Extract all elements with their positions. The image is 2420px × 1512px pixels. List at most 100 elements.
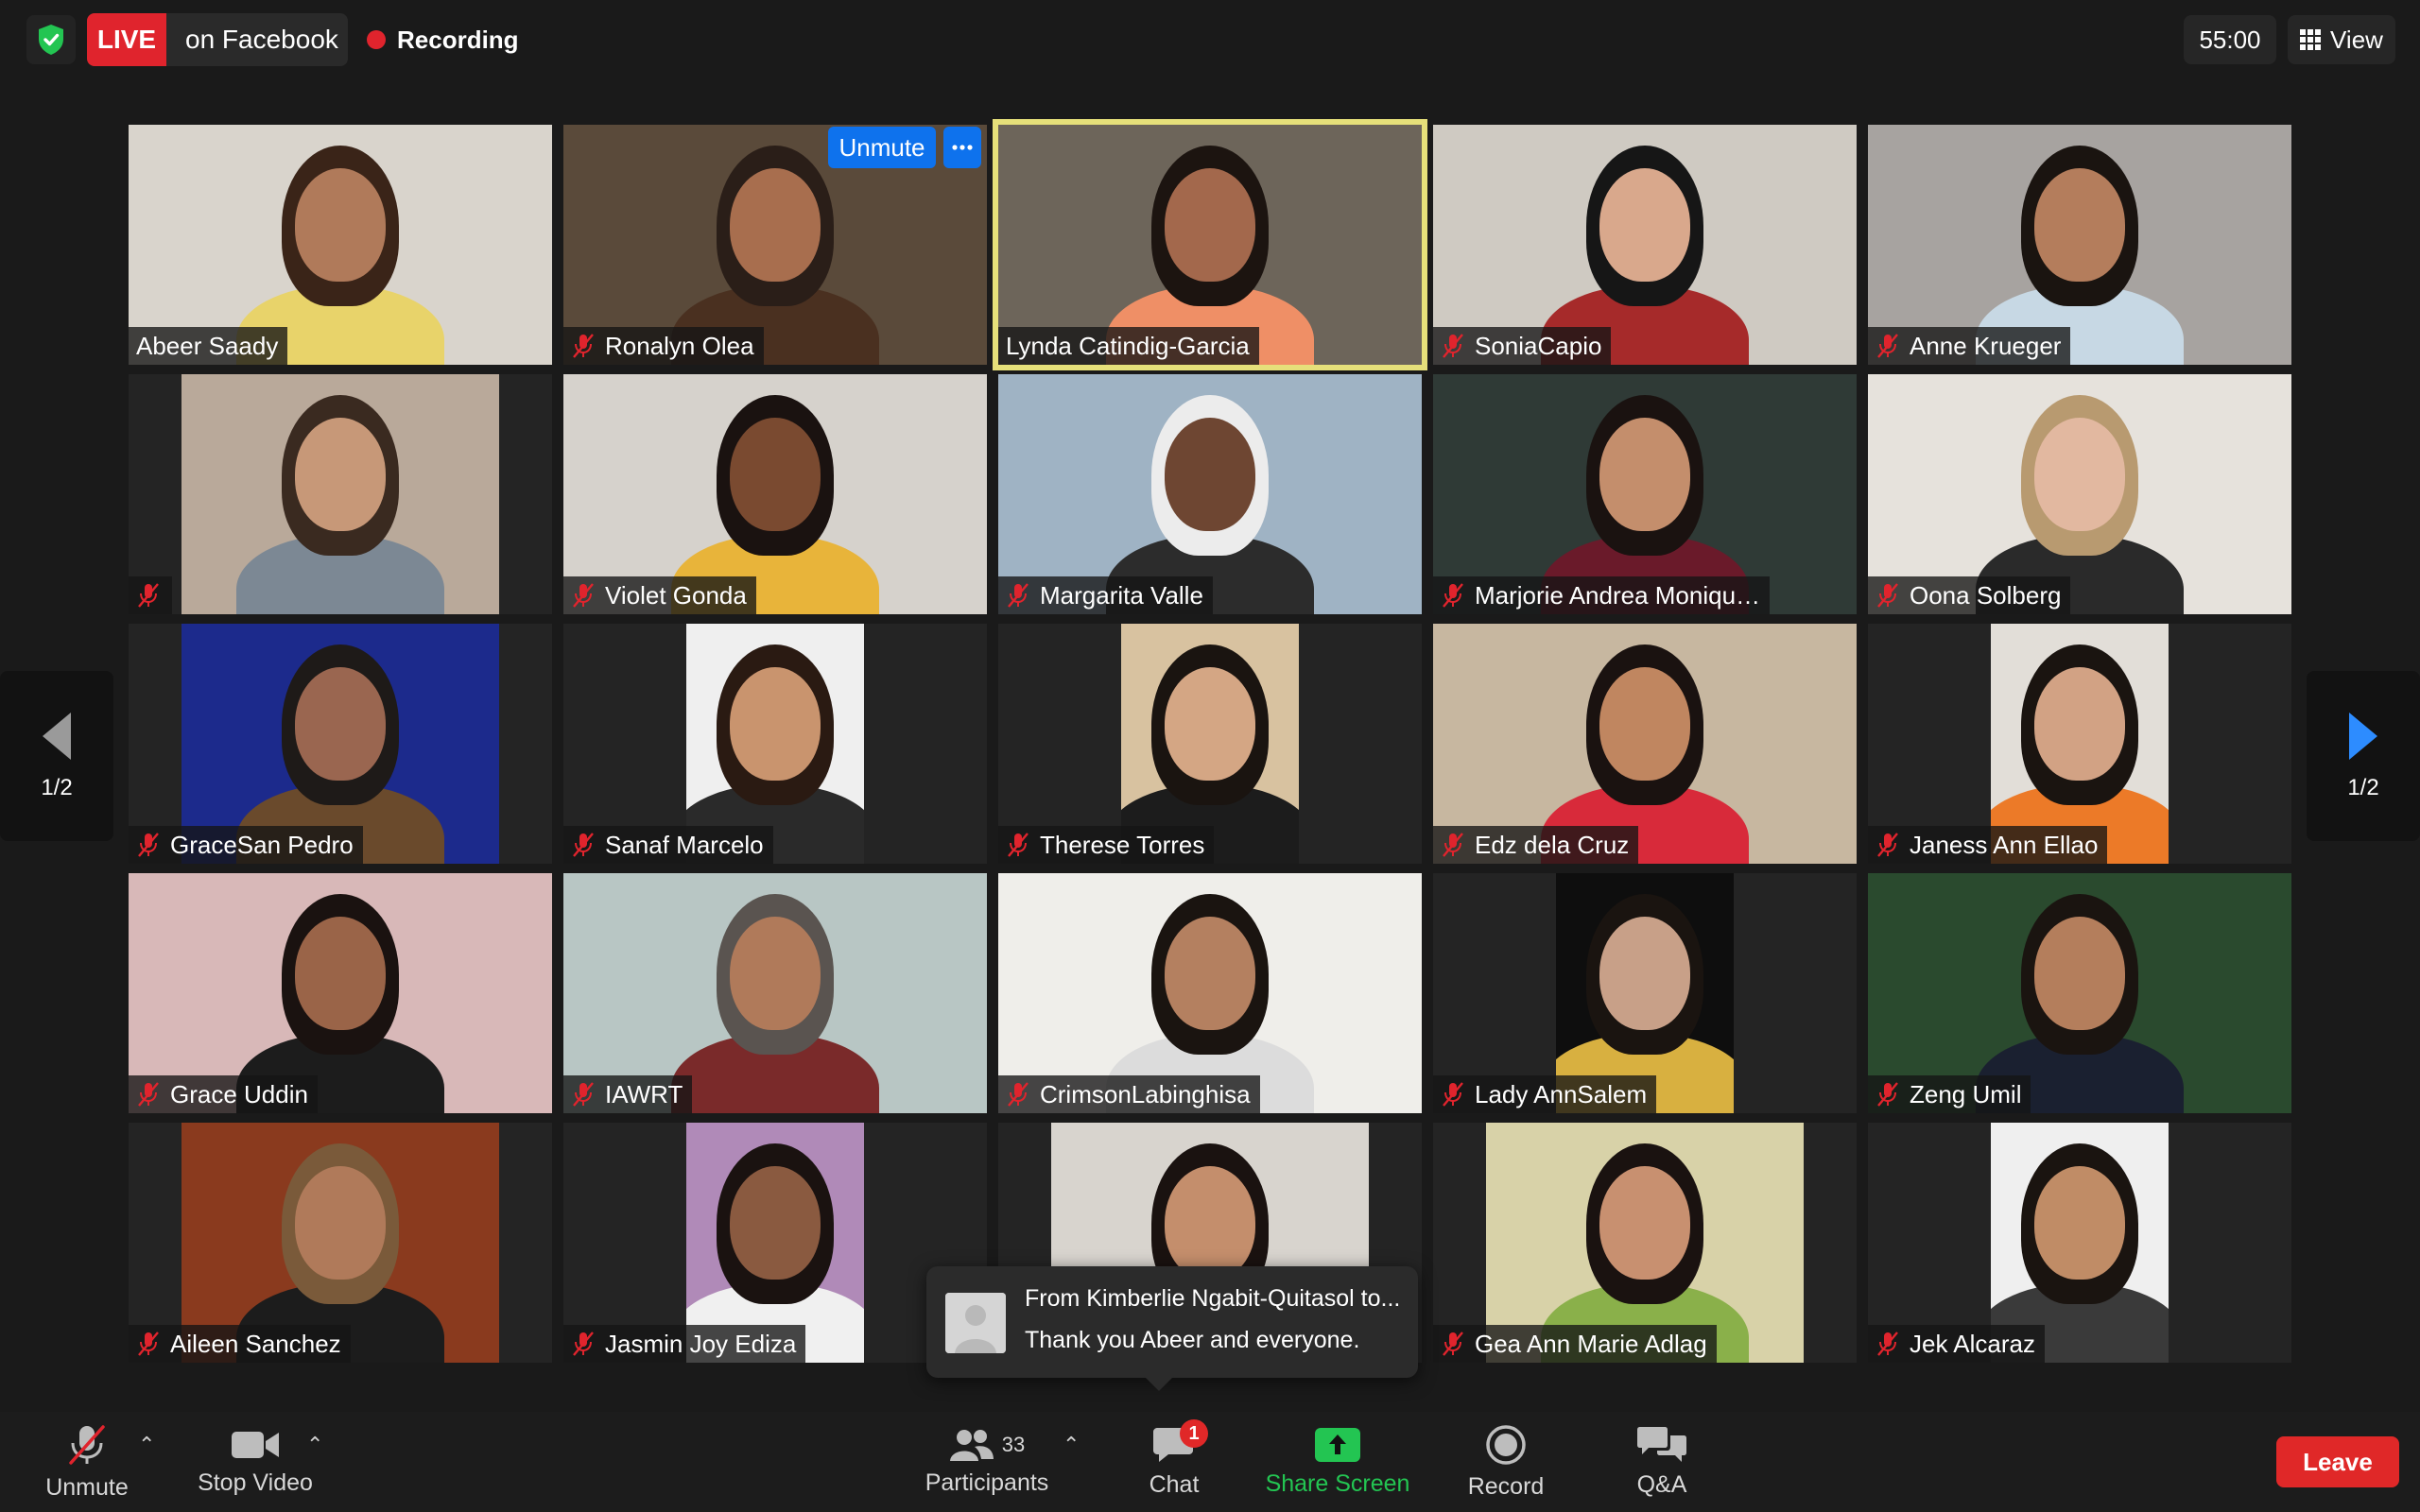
qa-button[interactable]: Q&A [1622,1412,1702,1512]
participant-name: Sanaf Marcelo [605,830,764,859]
arrow-right-icon [2349,713,2377,760]
participants-button[interactable]: 33 Participants [917,1412,1057,1512]
arrow-left-icon [43,713,71,760]
participant-tile[interactable]: Therese Torres [998,624,1422,864]
participant-tile[interactable]: Lady AnnSalem [1433,873,1857,1113]
participant-name-label: Grace Uddin [129,1075,318,1113]
record-button[interactable]: Record [1456,1412,1556,1512]
participant-tile[interactable]: Oona Solberg [1868,374,2291,614]
muted-mic-icon [1877,833,1898,857]
participant-name-label [129,576,172,614]
participant-name: Janess Ann Ellao [1910,830,2099,859]
muted-mic-icon [1877,334,1898,358]
participants-count: 33 [1001,1432,1026,1456]
encryption-shield-icon[interactable] [26,15,76,64]
share-screen-button[interactable]: Share Screen [1257,1412,1418,1512]
recording-indicator[interactable]: Recording [367,21,519,59]
chat-notification[interactable]: From Kimberlie Ngabit-Quitasol to... Tha… [926,1266,1418,1391]
muted-microphone-icon [69,1424,105,1465]
participant-name-label: Jek Alcaraz [1868,1325,2045,1363]
stop-video-button[interactable]: Stop Video [189,1412,321,1512]
participant-tile[interactable]: IAWRT [563,873,987,1113]
participant-tile[interactable]: Abeer Saady [129,125,552,365]
participant-face [1599,667,1690,781]
participant-tile[interactable]: Margarita Valle [998,374,1422,614]
participants-icon-row: 33 [949,1428,1025,1462]
participant-tile[interactable]: Jek Alcaraz [1868,1123,2291,1363]
grid-view-icon [2300,29,2322,50]
previous-page-button[interactable]: 1/2 [0,671,113,841]
muted-mic-icon [573,334,594,358]
participant-tile[interactable]: GraceSan Pedro [129,624,552,864]
more-dots-icon [952,145,973,150]
participant-tile[interactable]: Jasmin Joy Ediza [563,1123,987,1363]
muted-mic-icon [1877,1332,1898,1356]
participant-name: Violet Gonda [605,580,747,610]
participant-name-label: Lady AnnSalem [1433,1075,1657,1113]
participant-tile[interactable]: Grace Uddin [129,873,552,1113]
participant-tile[interactable]: Janess Ann Ellao [1868,624,2291,864]
participant-name: SoniaCapio [1475,331,1602,360]
participant-tile[interactable] [129,374,552,614]
ask-to-unmute-button[interactable]: Unmute [828,127,936,168]
participants-options-caret-icon[interactable]: ⌃ [1063,1433,1080,1457]
participant-face [730,917,821,1030]
participant-tile[interactable]: SoniaCapio [1433,125,1857,365]
meeting-top-bar: LIVE on Facebook Recording 55:00 View [0,0,2420,79]
participant-name-label: Lynda Catindig-Garcia [998,327,1259,365]
unmute-button[interactable]: Unmute [38,1412,136,1512]
participant-face [730,1166,821,1280]
audio-options-caret-icon[interactable]: ⌃ [138,1433,155,1457]
participant-name: Abeer Saady [136,331,279,360]
chat-sender-line: From Kimberlie Ngabit-Quitasol to... [1025,1285,1401,1312]
tile-more-options-button[interactable] [943,127,981,168]
participant-name: Zeng Umil [1910,1079,2022,1108]
participant-name-label: Jasmin Joy Ediza [563,1325,806,1363]
next-page-button[interactable]: 1/2 [2307,671,2420,841]
participant-face [295,917,386,1030]
participant-name: Therese Torres [1040,830,1205,859]
participant-tile[interactable]: Sanaf Marcelo [563,624,987,864]
participant-tile[interactable]: Marjorie Andrea Moniqu… [1433,374,1857,614]
participant-name-label: IAWRT [563,1075,693,1113]
participant-name-label: Edz dela Cruz [1433,826,1639,864]
participant-tile[interactable]: CrimsonLabinghisa [998,873,1422,1113]
participant-face [295,667,386,781]
participant-name-label: Therese Torres [998,826,1215,864]
view-label: View [2330,25,2383,54]
participant-name-label: Marjorie Andrea Moniqu… [1433,576,1771,614]
participant-tile[interactable]: Anne Krueger [1868,125,2291,365]
muted-mic-icon [138,1332,159,1356]
participant-name: Lady AnnSalem [1475,1079,1648,1108]
participant-name-label: Sanaf Marcelo [563,826,773,864]
participant-tile[interactable]: Aileen Sanchez [129,1123,552,1363]
muted-mic-icon [1008,583,1028,608]
record-icon [1486,1424,1526,1465]
video-options-caret-icon[interactable]: ⌃ [306,1433,323,1457]
participant-face [1165,168,1255,282]
participant-tile[interactable]: Edz dela Cruz [1433,624,1857,864]
participant-name-label: Violet Gonda [563,576,756,614]
participant-face [730,168,821,282]
record-label: Record [1467,1472,1545,1500]
leave-meeting-button[interactable]: Leave [2276,1436,2399,1487]
participant-name: GraceSan Pedro [170,830,354,859]
participant-name: Margarita Valle [1040,580,1203,610]
participant-name: Jasmin Joy Ediza [605,1329,797,1358]
muted-mic-icon [573,583,594,608]
participant-name: Grace Uddin [170,1079,308,1108]
participant-name: Oona Solberg [1910,580,2062,610]
view-button[interactable]: View [2288,15,2395,64]
participant-face [1599,168,1690,282]
participant-face [1599,1166,1690,1280]
participant-name: Anne Krueger [1910,331,2062,360]
participant-name-label: Margarita Valle [998,576,1213,614]
live-stream-indicator[interactable]: LIVE on Facebook [87,13,348,66]
participant-tile[interactable]: Zeng Umil [1868,873,2291,1113]
participant-tile[interactable]: Lynda Catindig-Garcia [993,119,1427,370]
meeting-controls-toolbar: Unmute ⌃ Stop Video ⌃ 33 Participants ⌃ … [0,1412,2420,1512]
participant-face [2034,1166,2125,1280]
participant-tile[interactable]: Violet Gonda [563,374,987,614]
participant-tile[interactable]: Gea Ann Marie Adlag [1433,1123,1857,1363]
participant-face [2034,917,2125,1030]
